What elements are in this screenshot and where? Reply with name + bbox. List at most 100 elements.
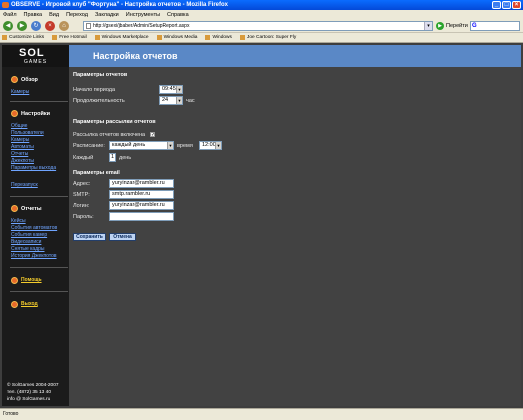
- login-label: Логин:: [73, 203, 90, 209]
- forward-icon[interactable]: ▶: [17, 21, 27, 31]
- sidebar-item-machines[interactable]: Автоматы: [11, 145, 34, 150]
- help-link[interactable]: Помощь: [11, 277, 42, 284]
- password-field[interactable]: [109, 212, 174, 221]
- bookmark-icon: [156, 35, 162, 40]
- chevron-down-icon: ▼: [167, 142, 173, 149]
- schedule-select[interactable]: каждый день ▼: [109, 141, 174, 150]
- sidebar-item-reports-settings[interactable]: Отчеты: [11, 152, 28, 157]
- sidebar-item-camera-events[interactable]: События камер: [11, 233, 47, 238]
- email-params-heading: Параметры email: [73, 170, 120, 176]
- time-select[interactable]: 12:00 ▼: [199, 141, 222, 150]
- close-button[interactable]: ×: [512, 1, 521, 9]
- sidebar-item-videos[interactable]: Видеозаписи: [11, 240, 41, 245]
- back-icon[interactable]: ◀: [3, 21, 13, 31]
- divider: [10, 267, 68, 268]
- chevron-down-icon: ▼: [176, 97, 182, 104]
- status-bar: Готово: [0, 408, 523, 420]
- chevron-down-icon: ▼: [176, 86, 182, 93]
- save-button[interactable]: Сохранить: [73, 233, 106, 241]
- address-bar[interactable]: http://gsexi/jbaber/Admin/SetupReport.as…: [83, 21, 433, 31]
- schedule-label: Расписание:: [73, 143, 105, 149]
- sidebar-item-cases[interactable]: Кейсы: [11, 219, 26, 224]
- search-box[interactable]: G: [470, 21, 520, 31]
- sidebar-item-restart[interactable]: Перезапуск: [11, 183, 38, 188]
- sidebar-item-output-params[interactable]: Параметры выхода: [11, 166, 56, 171]
- duration-label: Продолжительность: [73, 98, 125, 104]
- menu-go[interactable]: Переход: [66, 12, 88, 18]
- menu-bar: Файл Правка Вид Переход Закладки Инструм…: [0, 10, 523, 19]
- bookmark-icon: [52, 35, 58, 40]
- sidebar-item-general[interactable]: Общие: [11, 124, 27, 129]
- go-arrow-icon: ▶: [436, 22, 444, 30]
- footer-email[interactable]: info @ SolGames.ru: [7, 397, 50, 402]
- report-params-heading: Параметры отчетов: [73, 72, 128, 78]
- sidebar-item-cameras[interactable]: Камеры: [11, 138, 29, 143]
- smtp-field[interactable]: smtp.rambler.ru: [109, 190, 174, 199]
- smtp-label: SMTP:: [73, 192, 90, 198]
- reload-icon[interactable]: ↻: [31, 21, 41, 31]
- logout-icon: [11, 301, 18, 308]
- maximize-button[interactable]: □: [502, 1, 511, 9]
- logout-link[interactable]: Выход: [11, 301, 38, 308]
- divider: [10, 101, 68, 102]
- mailing-enabled-label: Рассылка отчетов включена: [73, 132, 146, 138]
- menu-file[interactable]: Файл: [3, 12, 17, 18]
- mailing-params-heading: Параметры рассылки отчетов: [73, 119, 156, 125]
- overview-icon: [11, 76, 18, 83]
- menu-bookmarks[interactable]: Закладки: [95, 12, 119, 18]
- cancel-button[interactable]: Отмена: [109, 233, 136, 241]
- browser-window: OBSERVE - Игровой клуб "Фортуна" - Настр…: [0, 0, 523, 420]
- sidebar-item-frames[interactable]: Снятые кадры: [11, 247, 45, 252]
- bookmark-item[interactable]: Windows Media: [156, 35, 197, 40]
- page-icon: [86, 23, 91, 29]
- address-label: Адрес:: [73, 181, 91, 187]
- status-text: Готово: [3, 411, 19, 417]
- sidebar-item-users[interactable]: Пользователи: [11, 131, 44, 136]
- navigation-toolbar: ◀ ▶ ↻ × ⌂ http://gsexi/jbaber/Admin/Setu…: [0, 19, 523, 33]
- every-label: Каждый: [73, 155, 94, 161]
- period-start-select[interactable]: 09:45 ▼: [159, 85, 183, 94]
- menu-help[interactable]: Справка: [167, 12, 189, 18]
- every-unit: день: [119, 155, 132, 161]
- section-settings: Настройки: [11, 110, 50, 117]
- settings-icon: [11, 110, 18, 117]
- bookmark-icon: [2, 35, 7, 40]
- page-header: Настройка отчетов: [69, 45, 521, 67]
- section-reports: Отчеты: [11, 205, 42, 212]
- bookmark-item[interactable]: Customize Links: [2, 35, 44, 40]
- stop-icon[interactable]: ×: [45, 21, 55, 31]
- menu-tools[interactable]: Инструменты: [126, 12, 160, 18]
- sidebar-item-machine-events[interactable]: События автоматов: [11, 226, 57, 231]
- page-title: Настройка отчетов: [93, 51, 178, 61]
- logo: SOL GAMES: [2, 45, 69, 67]
- bookmark-item[interactable]: Windows: [205, 35, 232, 40]
- minimize-button[interactable]: _: [492, 1, 501, 9]
- sidebar-item-cameras-overview[interactable]: Камеры: [11, 90, 29, 95]
- duration-select[interactable]: 24 ▼: [159, 96, 183, 105]
- address-field[interactable]: yuryinzar@rambler.ru: [109, 179, 174, 188]
- bookmark-item[interactable]: Windows Marketplace: [94, 35, 149, 40]
- bookmark-icon: [94, 35, 100, 40]
- sidebar-item-jackpots[interactable]: Джекпоты: [11, 159, 34, 164]
- every-input[interactable]: 1: [109, 153, 116, 162]
- go-button[interactable]: ▶ Перейти: [436, 21, 468, 31]
- bookmark-item[interactable]: Free Hotmail: [52, 35, 87, 40]
- google-icon: G: [472, 23, 477, 29]
- password-label: Пароль:: [73, 214, 94, 220]
- sidebar: SOL GAMES Обзор Камеры Настройки Общие П…: [2, 45, 69, 406]
- footer-copyright: © SolGames 2004-2007: [7, 383, 59, 388]
- settings-form: Параметры отчетов Начало периода 09:45 ▼ …: [69, 67, 521, 406]
- menu-view[interactable]: Вид: [49, 12, 59, 18]
- title-bar: OBSERVE - Игровой клуб "Фортуна" - Настр…: [0, 0, 523, 10]
- divider: [10, 291, 68, 292]
- bookmark-icon: [205, 35, 211, 40]
- url-text: http://gsexi/jbaber/Admin/SetupReport.as…: [93, 23, 190, 29]
- home-icon[interactable]: ⌂: [59, 21, 69, 31]
- divider: [10, 196, 68, 197]
- mailing-enabled-checkbox[interactable]: ✓: [150, 132, 155, 138]
- bookmark-item[interactable]: Joe Cartoon: Super Fly: [239, 35, 296, 40]
- login-field[interactable]: yuryinzar@rambler.ru: [109, 201, 174, 210]
- url-dropdown-icon[interactable]: ▾: [424, 22, 432, 30]
- sidebar-item-jackpot-history[interactable]: История Джекпотов: [11, 254, 57, 259]
- menu-edit[interactable]: Правка: [24, 12, 43, 18]
